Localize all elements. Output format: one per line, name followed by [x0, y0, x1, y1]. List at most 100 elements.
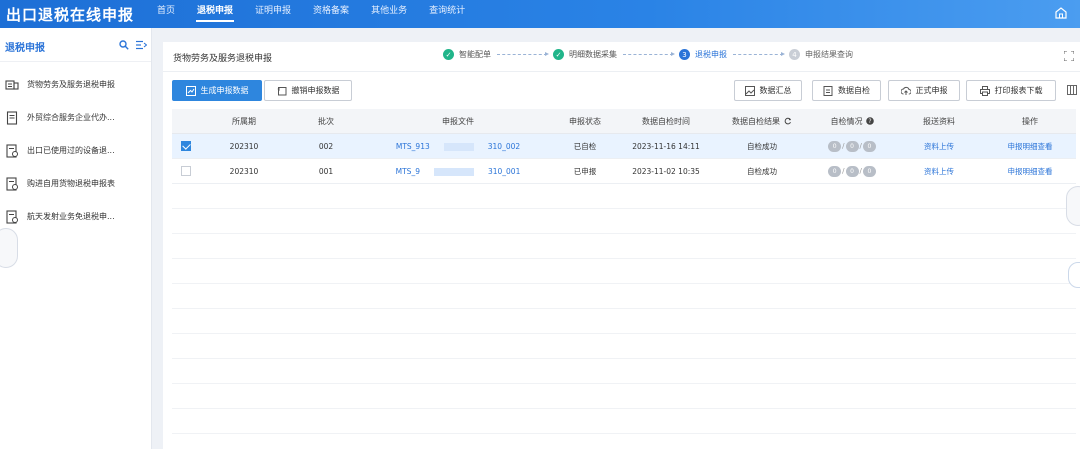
empty-row: [172, 409, 1076, 434]
step-label: 明细数据采集: [569, 50, 617, 59]
header-operation: 操作: [1022, 116, 1038, 126]
sidebar-item-label: 货物劳务及服务退税申报: [27, 80, 115, 89]
table-row[interactable]: 202310 002 MTS_913 310_002 已自检 2023-11-16…: [172, 134, 1076, 159]
print-download-button[interactable]: 打印报表下载: [966, 80, 1056, 101]
generate-icon: [185, 85, 196, 96]
step-label: 申报结果查询: [805, 50, 853, 59]
check-pills: 0/0/0: [828, 140, 876, 152]
formal-submit-button[interactable]: 正式申报: [888, 80, 960, 101]
sidebar-item-label: 出口已使用过的设备退...: [27, 146, 115, 155]
redacted-block: [433, 167, 474, 176]
row-checkbox[interactable]: [181, 141, 191, 151]
floating-help-button[interactable]: [1068, 262, 1080, 288]
toolbar: 生成申报数据 撤销申报数据 数据汇总 数据自检 正式申报 打印报表下载: [172, 80, 1077, 102]
header-materials: 报送资料: [923, 116, 955, 126]
nav-item-qualification[interactable]: 资格备案: [302, 0, 360, 28]
step-number: 3: [679, 49, 690, 60]
search-icon[interactable]: [119, 40, 129, 50]
table-row[interactable]: 202310 001 MTS_9 310_001 已申报 2023-11-02 1…: [172, 159, 1076, 184]
empty-row: [172, 309, 1076, 334]
revoke-data-button[interactable]: 撤销申报数据: [264, 80, 352, 101]
sidebar-title: 退税申报: [5, 43, 45, 54]
step-progress: ✓ 智能配单 ✓ 明细数据采集 3 退税申报 4 申报结果查询: [443, 49, 853, 60]
header-check-time: 数据自检时间: [642, 116, 690, 126]
generate-label: 生成申报数据: [200, 86, 249, 95]
check-pills: 0/0/0: [828, 165, 876, 177]
step-detail-collect[interactable]: ✓ 明细数据采集: [553, 49, 617, 60]
empty-row: [172, 234, 1076, 259]
home-icon[interactable]: [1054, 6, 1068, 20]
sidebar-item-label: 购进自用货物退税申报表: [27, 179, 115, 188]
self-check-label: 数据自检: [838, 86, 870, 95]
print-label: 打印报表下载: [994, 86, 1043, 95]
sidebar-item-used-equipment[interactable]: 出口已使用过的设备退...: [0, 134, 151, 167]
page-scroll-handle[interactable]: [1066, 186, 1080, 226]
fullscreen-icon[interactable]: [1064, 51, 1074, 61]
step-number: 4: [789, 49, 800, 60]
sidebar-item-aerospace-launch[interactable]: 航天发射业务免退税申...: [0, 200, 151, 233]
cell-check-result: 自检成功: [747, 141, 777, 151]
empty-row: [172, 184, 1076, 209]
self-check-button[interactable]: 数据自检: [812, 80, 881, 101]
sidebar-header: 退税申报: [0, 28, 151, 62]
step-result-query[interactable]: 4 申报结果查询: [789, 49, 853, 60]
cell-check-result: 自检成功: [747, 166, 777, 176]
header-check-result: 数据自检结果: [714, 116, 810, 127]
declaration-table: 所属期 批次 申报文件 申报状态 数据自检时间 数据自检结果 自检情况 ? 报送…: [172, 109, 1076, 434]
column-settings-icon[interactable]: [1067, 85, 1077, 95]
cell-file[interactable]: MTS_9 310_001: [364, 167, 552, 176]
cell-check-time: 2023-11-02 10:35: [632, 166, 700, 176]
cell-status: 已自检: [573, 141, 597, 151]
sidebar-item-goods-service-refund[interactable]: 货物劳务及服务退税申报: [0, 68, 151, 101]
printer-icon: [979, 85, 990, 96]
pill-count[interactable]: 0: [862, 165, 876, 177]
pill-count[interactable]: 0: [862, 140, 876, 152]
summary-button[interactable]: 数据汇总: [734, 80, 802, 101]
page-title: 货物劳务及服务退税申报: [173, 54, 273, 64]
check-icon: ✓: [553, 49, 564, 60]
submit-label: 正式申报: [915, 86, 948, 95]
pill-count[interactable]: 0: [845, 165, 859, 177]
header-batch: 批次: [318, 116, 334, 126]
upload-link[interactable]: 资料上传: [894, 141, 984, 152]
app-title: 出口退税在线申报: [6, 6, 135, 24]
view-detail-link[interactable]: 申报明细查看: [984, 141, 1076, 152]
sidebar-item-self-use-goods[interactable]: 购进自用货物退税申报表: [0, 167, 151, 200]
document-check-icon: [6, 143, 18, 158]
header-check-detail: 自检情况 ?: [810, 116, 894, 127]
cell-batch: 002: [318, 141, 334, 151]
pill-count[interactable]: 0: [845, 140, 859, 152]
generate-data-button[interactable]: 生成申报数据: [172, 80, 262, 101]
nav-item-statistics[interactable]: 查询统计: [418, 0, 476, 28]
cell-check-detail: 0/0/0: [810, 140, 894, 152]
cloud-upload-icon: [900, 86, 911, 95]
table-header: 所属期 批次 申报文件 申报状态 数据自检时间 数据自检结果 自检情况 ? 报送…: [172, 109, 1076, 134]
file-suffix: 310_002: [487, 141, 521, 151]
view-detail-link[interactable]: 申报明细查看: [984, 166, 1076, 177]
file-prefix: MTS_9: [395, 166, 420, 176]
row-checkbox[interactable]: [181, 166, 191, 176]
nav-item-other[interactable]: 其他业务: [360, 0, 418, 28]
pill-count[interactable]: 0: [828, 140, 842, 152]
nav-item-certificate[interactable]: 证明申报: [244, 0, 302, 28]
header-file: 申报文件: [442, 116, 474, 126]
collapse-menu-icon[interactable]: [136, 40, 147, 50]
sidebar-item-label: 外贸综合服务企业代办...: [27, 113, 115, 122]
nav-item-tax-refund[interactable]: 退税申报: [186, 0, 244, 28]
step-refund-declare[interactable]: 3 退税申报: [679, 49, 727, 60]
step-connector: [733, 52, 785, 56]
cell-check-detail: 0/0/0: [810, 165, 894, 177]
sidebar-item-label: 航天发射业务免退税申...: [27, 212, 115, 221]
upload-link[interactable]: 资料上传: [894, 166, 984, 177]
step-label: 退税申报: [695, 50, 727, 59]
sidebar-item-trade-service-agent[interactable]: 外贸综合服务企业代办...: [0, 101, 151, 134]
nav-item-home[interactable]: 首页: [146, 0, 186, 28]
cell-file[interactable]: MTS_913 310_002: [364, 142, 552, 151]
header-check-result-label: 数据自检结果: [732, 116, 780, 126]
sidebar-scroll-handle[interactable]: [0, 228, 18, 268]
pill-count[interactable]: 0: [828, 165, 842, 177]
cell-batch: 001: [318, 166, 334, 176]
step-smart-match[interactable]: ✓ 智能配单: [443, 49, 491, 60]
refresh-icon[interactable]: [784, 117, 792, 125]
help-icon[interactable]: ?: [865, 117, 874, 125]
